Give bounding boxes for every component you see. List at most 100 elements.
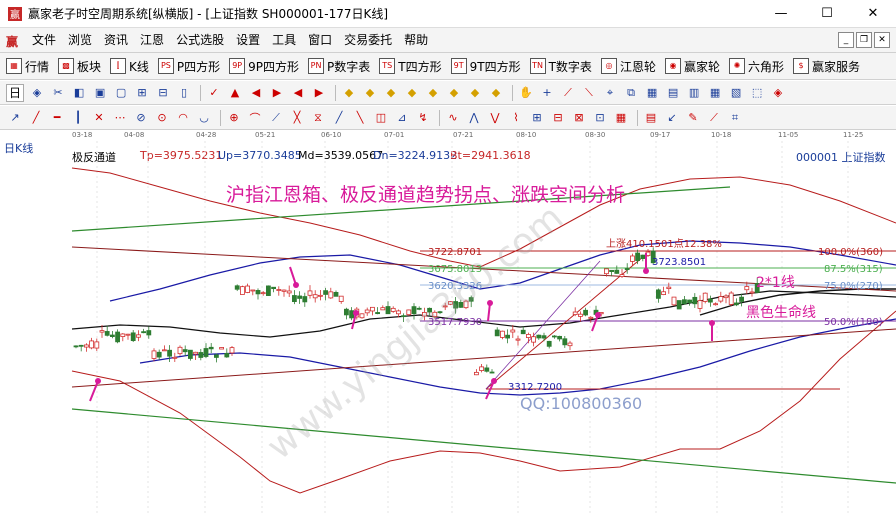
menu-news[interactable]: 资讯 — [98, 28, 134, 52]
chart-tool-button-29[interactable]: ▤ — [664, 84, 682, 102]
toolbar-item-1[interactable]: ▩ 板块 — [58, 58, 101, 75]
drawing-tool-button-0[interactable]: ↗ — [6, 109, 24, 127]
chart-tool-button-17[interactable]: ◆ — [403, 84, 421, 102]
drawing-tool-button-26[interactable]: ⊠ — [570, 109, 588, 127]
drawing-tool-button-6[interactable]: ⊘ — [132, 109, 150, 127]
drawing-tool-button-20[interactable]: ∿ — [444, 109, 462, 127]
minimize-button[interactable]: — — [758, 0, 804, 27]
chart-tool-button-34[interactable]: ◈ — [769, 84, 787, 102]
drawing-tool-button-28[interactable]: ▦ — [612, 109, 630, 127]
drawing-tool-button-11[interactable]: ⌒ — [246, 109, 264, 127]
toolbar-item-11[interactable]: ✺ 六角形 — [728, 58, 784, 75]
chart-tool-button-33[interactable]: ⬚ — [748, 84, 766, 102]
chart-tool-button-0[interactable]: ◈ — [28, 84, 46, 102]
chart-tool-button-26[interactable]: ⌖ — [601, 84, 619, 102]
toolbar-item-8[interactable]: TN T数字表 — [529, 58, 592, 75]
chart-tool-button-18[interactable]: ◆ — [424, 84, 442, 102]
drawing-tool-button-16[interactable]: ╲ — [351, 109, 369, 127]
drawing-tool-button-10[interactable]: ⊕ — [225, 109, 243, 127]
chart-tool-button-21[interactable]: ◆ — [487, 84, 505, 102]
menu-trade[interactable]: 交易委托 — [338, 28, 398, 52]
drawing-tool-button-24[interactable]: ⊞ — [528, 109, 546, 127]
drawing-tool-button-8[interactable]: ◠ — [174, 109, 192, 127]
drawing-tool-button-9[interactable]: ◡ — [195, 109, 213, 127]
chart-tool-button-23[interactable]: + — [538, 84, 556, 102]
drawing-tool-button-1[interactable]: ╱ — [27, 109, 45, 127]
drawing-tool-button-5[interactable]: ⋯ — [111, 109, 129, 127]
drawing-tool-button-29[interactable]: ▤ — [642, 109, 660, 127]
drawing-tool-button-19[interactable]: ↯ — [414, 109, 432, 127]
kline-chart[interactable]: www.yingjia360.comQQ:100800360沪指江恩箱、极反通道… — [0, 131, 896, 515]
chart-tool-button-27[interactable]: ⧉ — [622, 84, 640, 102]
close-button[interactable]: ✕ — [850, 0, 896, 27]
drawing-tool-button-2[interactable]: ━ — [48, 109, 66, 127]
chart-tool-button-8[interactable]: ✓ — [205, 84, 223, 102]
chart-tool-button-19[interactable]: ◆ — [445, 84, 463, 102]
drawing-tool-button-30[interactable]: ↙ — [663, 109, 681, 127]
drawing-tool-button-18[interactable]: ⊿ — [393, 109, 411, 127]
mdi-close-button[interactable]: ✕ — [874, 32, 890, 48]
chart-tool-button-20[interactable]: ◆ — [466, 84, 484, 102]
chart-tool-button-30[interactable]: ▥ — [685, 84, 703, 102]
drawing-tool-button-22[interactable]: ⋁ — [486, 109, 504, 127]
chart-tool-button-11[interactable]: ▶ — [268, 84, 286, 102]
chart-tool-button-25[interactable]: ⟍ — [580, 84, 598, 102]
toolbar-item-2[interactable]: ⫿ K线 — [110, 58, 149, 75]
menu-gann[interactable]: 江恩 — [134, 28, 170, 52]
chart-tool-button-5[interactable]: ⊞ — [133, 84, 151, 102]
toolbar-item-7[interactable]: 9T 9T四方形 — [450, 58, 521, 75]
menu-file[interactable]: 文件 — [26, 28, 62, 52]
chart-tool-button-1[interactable]: ✂ — [49, 84, 67, 102]
toolbar-item-9[interactable]: ◎ 江恩轮 — [600, 58, 656, 75]
drawing-tool-button-23[interactable]: ⌇ — [507, 109, 525, 127]
toolbar-item-5[interactable]: PN P数字表 — [308, 58, 370, 75]
toolbar-item-12[interactable]: $ 赢家服务 — [792, 58, 860, 75]
chart-tool-button-13[interactable]: ▶ — [310, 84, 328, 102]
toolbar-item-10[interactable]: ◉ 赢家轮 — [664, 58, 720, 75]
chart-tool-button-12[interactable]: ◀ — [289, 84, 307, 102]
chart-tool-button-22[interactable]: ✋ — [517, 84, 535, 102]
toolbar-item-3[interactable]: PS P四方形 — [157, 58, 220, 75]
chart-tool-button-15[interactable]: ◆ — [361, 84, 379, 102]
chart-tool-button-6[interactable]: ⊟ — [154, 84, 172, 102]
mdi-restore-button[interactable]: ❐ — [856, 32, 872, 48]
menu-formula[interactable]: 公式选股 — [170, 28, 230, 52]
chart-tool-button-31[interactable]: ▦ — [706, 84, 724, 102]
chart-tool-button-14[interactable]: ◆ — [340, 84, 358, 102]
menu-settings[interactable]: 设置 — [230, 28, 266, 52]
drawing-tool-button-33[interactable]: ⌗ — [726, 109, 744, 127]
chart-area[interactable]: 03-18 04-08 04-28 05-21 06-10 07-01 07-21 08-10… — [0, 131, 896, 515]
chart-tool-button-2[interactable]: ◧ — [70, 84, 88, 102]
chart-tool-button-7[interactable]: ▯ — [175, 84, 193, 102]
chart-tool-button-10[interactable]: ◀ — [247, 84, 265, 102]
drawing-tool-button-14[interactable]: ⧖ — [309, 109, 327, 127]
chart-tool-button-4[interactable]: ▢ — [112, 84, 130, 102]
drawing-tool-button-31[interactable]: ✎ — [684, 109, 702, 127]
drawing-tool-button-21[interactable]: ⋀ — [465, 109, 483, 127]
drawing-tool-button-3[interactable]: ┃ — [69, 109, 87, 127]
drawing-tool-button-27[interactable]: ⊡ — [591, 109, 609, 127]
drawing-tool-button-25[interactable]: ⊟ — [549, 109, 567, 127]
drawing-tool-button-32[interactable]: ⟋ — [705, 109, 723, 127]
chart-tool-button-32[interactable]: ▧ — [727, 84, 745, 102]
toolbar-item-6[interactable]: TS T四方形 — [379, 58, 442, 75]
maximize-button[interactable]: ☐ — [804, 0, 850, 27]
drawing-tool-button-7[interactable]: ⊙ — [153, 109, 171, 127]
drawing-tool-button-15[interactable]: ╱ — [330, 109, 348, 127]
chart-tool-button-28[interactable]: ▦ — [643, 84, 661, 102]
menu-window[interactable]: 窗口 — [302, 28, 338, 52]
chart-tool-button-24[interactable]: ⟋ — [559, 84, 577, 102]
chart-tool-button-16[interactable]: ◆ — [382, 84, 400, 102]
toolbar-item-0[interactable]: ▦ 行情 — [6, 58, 49, 75]
drawing-tool-button-12[interactable]: ⟋ — [267, 109, 285, 127]
period-select[interactable]: 日 — [6, 83, 25, 102]
drawing-tool-button-13[interactable]: ╳ — [288, 109, 306, 127]
menu-browse[interactable]: 浏览 — [62, 28, 98, 52]
menu-tools[interactable]: 工具 — [266, 28, 302, 52]
chart-tool-button-9[interactable]: ▲ — [226, 84, 244, 102]
toolbar-item-4[interactable]: 9P 9P四方形 — [229, 58, 299, 75]
drawing-tool-button-4[interactable]: ✕ — [90, 109, 108, 127]
menu-help[interactable]: 帮助 — [398, 28, 434, 52]
chart-tool-button-3[interactable]: ▣ — [91, 84, 109, 102]
mdi-minimize-button[interactable]: _ — [838, 32, 854, 48]
